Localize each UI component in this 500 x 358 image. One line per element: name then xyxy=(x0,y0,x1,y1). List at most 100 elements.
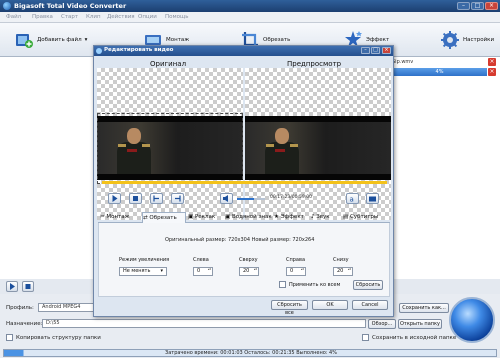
apply-all-label: Применить ко всем xyxy=(289,282,341,288)
right-input[interactable]: 0 xyxy=(286,267,306,276)
tab-watermark-label: Водяной знак xyxy=(231,214,272,220)
dialog-stop-button[interactable] xyxy=(129,193,142,204)
window-title: Bigasoft Total Video Converter xyxy=(14,2,127,10)
zoom-mode-label: Режим увеличения xyxy=(119,257,170,263)
tab-montage[interactable]: ✂ Монтаж xyxy=(100,212,142,223)
bottom-value: 20 xyxy=(337,268,344,274)
right-value: 0 xyxy=(290,268,294,274)
top-label: Сверху xyxy=(239,257,258,263)
tab-effect-label: Эффект xyxy=(280,214,304,220)
remove-file-icon[interactable]: × xyxy=(488,58,496,66)
edit-tabs: ✂ Монтаж ⇄ Обрезать ▣ Реклак ▣ Водяной з… xyxy=(98,212,390,223)
destination-value: D:\55 xyxy=(46,320,60,326)
open-folder-button[interactable]: Открыть папку xyxy=(398,319,442,329)
montage-label: Монтаж xyxy=(166,37,190,43)
menu-file[interactable]: Файл xyxy=(6,14,21,20)
preview-video-frame xyxy=(245,116,391,180)
browse-label: Обзор... xyxy=(371,321,393,327)
right-label: Справа xyxy=(286,257,306,263)
menu-clip[interactable]: Клип xyxy=(86,14,101,20)
tab-audio[interactable]: ♪ Звук xyxy=(311,212,341,223)
maximize-button[interactable]: □ xyxy=(471,2,484,10)
left-value: 0 xyxy=(197,268,201,274)
dialog-play-button[interactable] xyxy=(108,193,121,204)
overall-progress-bar: Затрачено времени: 00:01:03 Осталось: 00… xyxy=(3,349,497,357)
apply-all-checkbox[interactable] xyxy=(279,281,286,288)
menu-actions[interactable]: Действия xyxy=(107,14,135,20)
reset-all-label: Сбросить все xyxy=(277,302,302,316)
timeline-slider[interactable] xyxy=(102,181,387,184)
snapshot-folder-button[interactable] xyxy=(366,193,379,204)
volume-slider[interactable] xyxy=(237,198,265,200)
left-label: Слева xyxy=(193,257,209,263)
dialog-minimize-button[interactable]: – xyxy=(361,47,370,54)
reset-button[interactable]: Сбросить xyxy=(353,280,383,290)
app-logo-icon xyxy=(3,2,11,10)
tab-reklak[interactable]: ▣ Реклак xyxy=(188,212,224,223)
cancel-file-icon[interactable]: × xyxy=(488,68,496,76)
edit-video-dialog: Редактировать видео – □ × Оригинал Предп… xyxy=(93,45,394,317)
snapshot-button[interactable]: a xyxy=(346,193,359,204)
preview-label: Предпросмотр xyxy=(287,60,342,68)
top-input[interactable]: 20 xyxy=(239,267,259,276)
zoom-mode-select[interactable]: Не менять ▾ xyxy=(119,267,167,276)
crop-panel: Оригинальный размер: 720x304 Новый разме… xyxy=(98,223,390,297)
stop-button[interactable] xyxy=(22,281,34,292)
menu-bar: Файл Правка Старт Клип Действия Опции По… xyxy=(0,12,500,23)
profile-select[interactable]: Android MPEG4 xyxy=(38,303,94,312)
tab-subtitles-label: Субтитры xyxy=(349,214,379,220)
close-button[interactable]: × xyxy=(485,2,498,10)
tab-subtitles[interactable]: ▤ Субтитры xyxy=(343,212,389,223)
tab-crop[interactable]: ⇄ Обрезать xyxy=(142,212,186,223)
subtitles-tab-icon: ▤ xyxy=(343,214,349,220)
effect-tab-icon: ★ xyxy=(274,214,279,220)
save-source-checkbox[interactable] xyxy=(362,334,369,341)
cancel-button[interactable]: Cancel xyxy=(352,300,388,310)
copy-structure-label: Копировать структуру папки xyxy=(16,335,101,341)
status-bar: Затрачено времени: 00:01:03 Осталось: 00… xyxy=(0,348,500,358)
left-input[interactable]: 0 xyxy=(193,267,213,276)
settings-button[interactable]: Настройки xyxy=(440,29,494,51)
tab-montage-label: Монтаж xyxy=(106,214,130,220)
crop-tab-icon: ⇄ xyxy=(143,215,148,221)
bottom-input[interactable]: 20 xyxy=(333,267,353,276)
convert-start-button[interactable] xyxy=(449,297,495,343)
play-button[interactable] xyxy=(6,281,18,292)
gear-icon xyxy=(440,30,460,50)
menu-start[interactable]: Старт xyxy=(61,14,78,20)
mark-out-button[interactable] xyxy=(171,193,184,204)
ok-button[interactable]: OK xyxy=(312,300,348,310)
menu-options[interactable]: Опции xyxy=(138,14,157,20)
crop-label: Обрезать xyxy=(263,37,291,43)
bottom-label: Снизу xyxy=(333,257,349,263)
reset-all-button[interactable]: Сбросить все xyxy=(271,300,308,316)
file-progress-bar: 4% xyxy=(392,68,487,76)
destination-field[interactable]: D:\55 xyxy=(42,319,366,328)
watermark-tab-icon: ▣ xyxy=(225,214,231,220)
open-folder-label: Открыть папку xyxy=(399,321,441,327)
tab-effect[interactable]: ★ Эффект xyxy=(274,212,310,223)
settings-label: Настройки xyxy=(463,37,495,43)
save-as-button[interactable]: Сохранить как... xyxy=(399,303,449,313)
volume-icon[interactable] xyxy=(220,193,233,204)
status-text: Затрачено времени: 00:01:03 Осталось: 00… xyxy=(165,350,337,356)
menu-edit[interactable]: Правка xyxy=(32,14,53,20)
size-info: Оригинальный размер: 720x304 Новый разме… xyxy=(165,237,315,243)
minimize-button[interactable]: – xyxy=(457,2,470,10)
tab-watermark[interactable]: ▣ Водяной знак xyxy=(225,212,273,223)
add-file-label: Добавить файл xyxy=(37,37,82,43)
mark-in-button[interactable] xyxy=(150,193,163,204)
copy-structure-checkbox[interactable] xyxy=(6,334,13,341)
tab-audio-label: Звук xyxy=(316,214,330,220)
add-file-dropdown-icon[interactable]: ▾ xyxy=(85,37,88,43)
crop-area-outline[interactable] xyxy=(97,113,243,184)
dialog-title-bar: Редактировать видео – □ × xyxy=(94,46,393,56)
browse-button[interactable]: Обзор... xyxy=(368,319,396,329)
dialog-close-button[interactable]: × xyxy=(382,47,391,54)
reset-label: Сбросить xyxy=(355,282,381,288)
tab-crop-label: Обрезать xyxy=(149,215,177,221)
menu-help[interactable]: Помощь xyxy=(165,14,188,20)
dialog-maximize-button[interactable]: □ xyxy=(371,47,380,54)
dialog-title: Редактировать видео xyxy=(104,47,174,53)
add-file-button[interactable]: Добавить файл ▾ xyxy=(14,29,87,51)
